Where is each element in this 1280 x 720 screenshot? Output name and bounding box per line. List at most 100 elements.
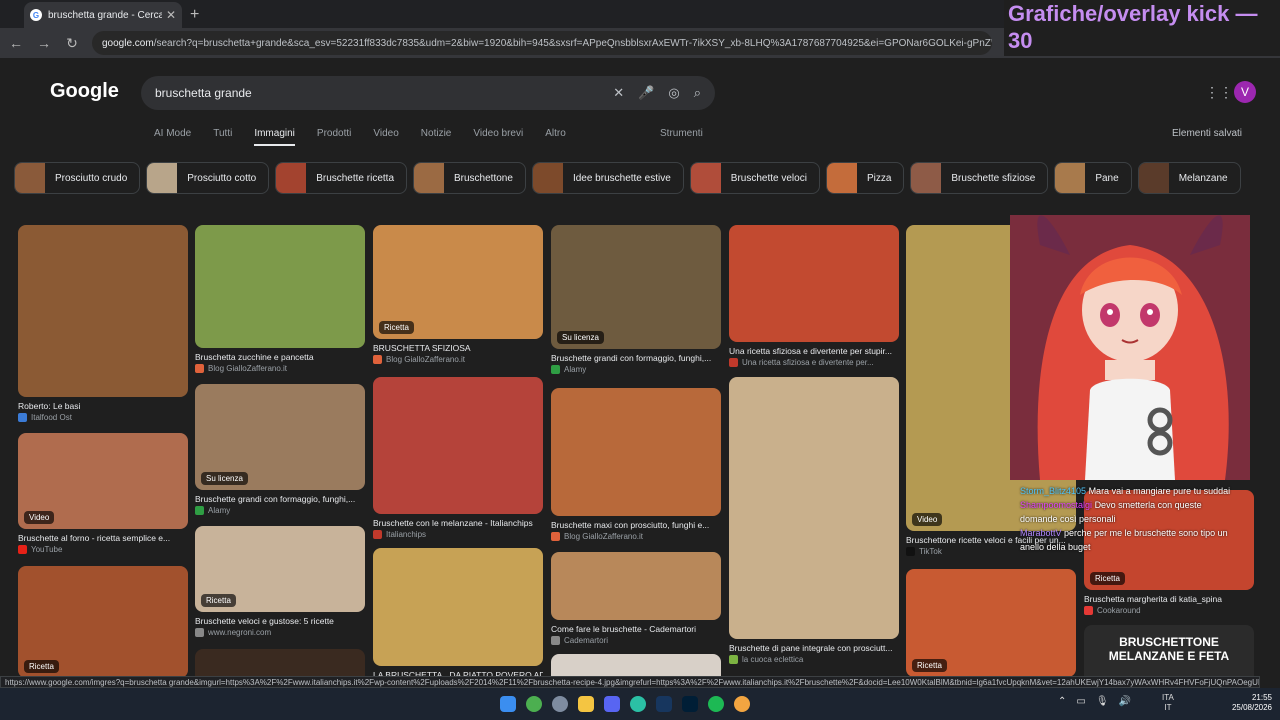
- image-result[interactable]: Bruschetta zucchine e pancetta Blog Gial…: [195, 225, 365, 373]
- google-favicon-icon: G: [30, 9, 42, 21]
- image-result[interactable]: Come fare le bruschette - Cademartori Ca…: [551, 552, 721, 645]
- search-input[interactable]: bruschetta grande: [155, 86, 599, 100]
- image-result[interactable]: Su licenza Bruschette grandi con formagg…: [551, 225, 721, 374]
- result-image[interactable]: [729, 377, 899, 639]
- tab-short-videos[interactable]: Video brevi: [473, 128, 523, 139]
- chip[interactable]: Bruschette sfiziose: [910, 162, 1049, 194]
- chrome-active-icon[interactable]: [734, 696, 750, 712]
- image-result[interactable]: Ricetta BRUSCHETTA SFIZIOSA Blog GialloZ…: [373, 225, 543, 364]
- chip[interactable]: Prosciutto cotto: [146, 162, 270, 194]
- tab-video[interactable]: Video: [373, 128, 398, 139]
- back-icon[interactable]: ←: [4, 35, 28, 51]
- result-image[interactable]: Su licenza: [551, 225, 721, 349]
- mic-tray-icon[interactable]: 🎙: [1096, 696, 1109, 707]
- status-bar-url: https://www.google.com/imgres?q=bruschet…: [0, 676, 1260, 688]
- video-badge: Video: [912, 513, 943, 526]
- clock[interactable]: 21:55 25/08/2026: [1222, 693, 1272, 713]
- start-icon[interactable]: [500, 696, 516, 712]
- site-favicon-icon: [1084, 606, 1093, 615]
- edge-icon[interactable]: [630, 696, 646, 712]
- recipe-badge: Ricetta: [912, 659, 947, 672]
- result-image[interactable]: [373, 548, 543, 666]
- browser-tab[interactable]: G bruschetta grande - Cerca con ✕: [24, 2, 182, 28]
- result-image[interactable]: [551, 552, 721, 620]
- tab-ai-mode[interactable]: AI Mode: [154, 128, 191, 139]
- image-result[interactable]: Su licenza Bruschette grandi con formagg…: [195, 384, 365, 515]
- tools-button[interactable]: Strumenti: [660, 128, 703, 139]
- youtube-icon: [18, 545, 27, 554]
- reload-icon[interactable]: ↻: [60, 35, 84, 52]
- result-image[interactable]: BRUSCHETTONE MELANZANE E FETA: [1084, 625, 1254, 680]
- avatar[interactable]: V: [1234, 81, 1256, 103]
- vtuber-illustration: [1010, 215, 1250, 480]
- image-result[interactable]: Una ricetta sfiziosa e divertente per st…: [729, 225, 899, 367]
- image-result[interactable]: Bruschette con le melanzane - Italianchi…: [373, 377, 543, 539]
- license-badge: Su licenza: [557, 331, 604, 344]
- google-logo[interactable]: Google: [50, 80, 119, 103]
- chip[interactable]: Pizza: [825, 162, 905, 194]
- site-favicon-icon: [195, 628, 204, 637]
- taskbar-apps: [500, 696, 750, 712]
- site-favicon-icon: [729, 655, 738, 664]
- chip[interactable]: Prosciutto crudo: [14, 162, 141, 194]
- steam-icon[interactable]: [656, 696, 672, 712]
- forward-icon[interactable]: →: [32, 35, 56, 51]
- clear-icon[interactable]: ✕: [613, 85, 624, 101]
- tab-images[interactable]: Immagini: [254, 128, 295, 146]
- chat-message: Shampoomostalgi Devo smetterla con quest…: [1020, 500, 1202, 524]
- chrome-icon[interactable]: [526, 696, 542, 712]
- result-image[interactable]: Ricetta: [195, 526, 365, 612]
- result-image[interactable]: [551, 388, 721, 516]
- photoshop-icon[interactable]: [682, 696, 698, 712]
- tab-all[interactable]: Tutti: [213, 128, 232, 139]
- image-result[interactable]: Bruschette maxi con prosciutto, funghi e…: [551, 388, 721, 541]
- stream-overlay-title: Grafiche/overlay kick — 30: [1004, 0, 1280, 56]
- screen: G bruschetta grande - Cerca con ✕ + ← → …: [0, 0, 1280, 720]
- saved-items-button[interactable]: Elementi salvati: [1172, 128, 1242, 139]
- result-image[interactable]: [18, 225, 188, 397]
- chip[interactable]: Bruschettone: [413, 162, 526, 194]
- volume-icon[interactable]: 🔊: [1119, 696, 1131, 707]
- new-tab-icon[interactable]: +: [190, 2, 199, 28]
- result-image[interactable]: Video: [18, 433, 188, 529]
- url-field[interactable]: google.com/search?q=bruschetta+grande&sc…: [92, 31, 992, 55]
- language-indicator[interactable]: ITA IT: [1162, 693, 1174, 713]
- network-icon[interactable]: ▭: [1076, 696, 1085, 707]
- result-image[interactable]: [729, 225, 899, 342]
- spotify-icon[interactable]: [708, 696, 724, 712]
- result-image[interactable]: [373, 377, 543, 514]
- result-image[interactable]: Ricetta: [906, 569, 1076, 677]
- mic-icon[interactable]: 🎤: [638, 85, 654, 101]
- image-result[interactable]: Video Bruschette al forno - ricetta semp…: [18, 433, 188, 554]
- image-result[interactable]: Ricetta: [906, 569, 1076, 677]
- lens-icon[interactable]: ◎: [668, 85, 679, 101]
- site-favicon-icon: [551, 532, 560, 541]
- image-result[interactable]: Bruschette di pane integrale con prosciu…: [729, 377, 899, 664]
- chevron-up-icon[interactable]: ⌃: [1058, 696, 1066, 707]
- cortana-icon[interactable]: [552, 696, 568, 712]
- image-result[interactable]: Roberto: Le basi Italfood Ost: [18, 225, 188, 422]
- result-image[interactable]: [195, 225, 365, 348]
- image-result[interactable]: Ricetta Bruschette veloci e gustose: 5 r…: [195, 526, 365, 637]
- tab-products[interactable]: Prodotti: [317, 128, 351, 139]
- recipe-badge: Ricetta: [201, 594, 236, 607]
- result-image[interactable]: Ricetta: [18, 566, 188, 678]
- chip[interactable]: Bruschette veloci: [689, 162, 820, 194]
- result-image[interactable]: Su licenza: [195, 384, 365, 490]
- image-result[interactable]: Ricetta: [18, 566, 188, 678]
- result-image[interactable]: Ricetta: [373, 225, 543, 339]
- search-icon[interactable]: ⌕: [694, 85, 701, 101]
- image-result[interactable]: BRUSCHETTONE MELANZANE E FETA: [1084, 625, 1254, 680]
- close-tab-icon[interactable]: ✕: [166, 8, 176, 22]
- tab-news[interactable]: Notizie: [421, 128, 452, 139]
- discord-icon[interactable]: [604, 696, 620, 712]
- folder-icon[interactable]: [578, 696, 594, 712]
- chip[interactable]: Melanzane: [1137, 162, 1241, 194]
- license-badge: Su licenza: [201, 472, 248, 485]
- chip[interactable]: Idee bruschette estive: [531, 162, 684, 194]
- image-result[interactable]: LA BRUSCHETTA...DA PIATTO POVERO AD: [373, 548, 543, 680]
- chip[interactable]: Pane: [1054, 162, 1132, 194]
- search-box[interactable]: bruschetta grande ✕ 🎤 ◎ ⌕: [141, 76, 715, 110]
- tab-more[interactable]: Altro: [545, 128, 566, 139]
- chip[interactable]: Bruschette ricetta: [275, 162, 407, 194]
